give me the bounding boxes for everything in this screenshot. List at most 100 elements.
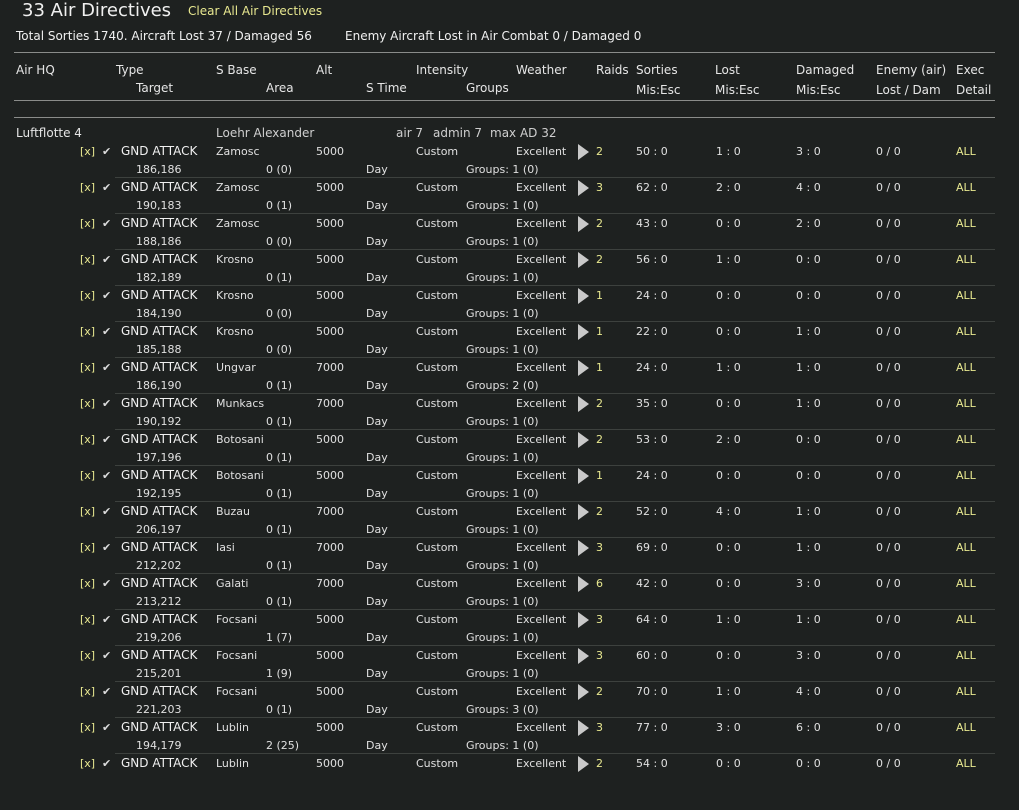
mission-type[interactable]: GND ATTACK [121,756,197,770]
directive-row[interactable]: [x] ✔ GND ATTACK 194,179 Lublin 2 (25) 5000 Day… [0,719,1019,755]
intensity[interactable]: Custom [416,721,458,734]
groups-count[interactable]: Groups: 2 (0) [466,379,539,392]
remove-directive-button[interactable]: [x] [80,505,95,518]
col-area[interactable]: Area [266,81,294,95]
strike-time[interactable]: Day [366,631,388,644]
enabled-check-icon[interactable]: ✔ [102,217,111,230]
expand-raids-arrow-icon[interactable] [578,648,589,664]
target-hex[interactable]: 190,183 [136,199,182,212]
directive-row[interactable]: [x] ✔ GND ATTACK 186,186 Zamosc 0 (0) 5000 Day C… [0,143,1019,179]
groups-count[interactable]: Groups: 1 (0) [466,487,539,500]
enabled-check-icon[interactable]: ✔ [102,289,111,302]
col-sorties[interactable]: Sorties [636,63,678,77]
remove-directive-button[interactable]: [x] [80,325,95,338]
exec-detail-link[interactable]: ALL [956,649,976,662]
staging-base[interactable]: Lublin [216,721,249,734]
target-hex[interactable]: 197,196 [136,451,182,464]
intensity[interactable]: Custom [416,289,458,302]
enabled-check-icon[interactable]: ✔ [102,541,111,554]
expand-raids-arrow-icon[interactable] [578,324,589,340]
mission-type[interactable]: GND ATTACK [121,216,197,230]
intensity[interactable]: Custom [416,181,458,194]
mission-type[interactable]: GND ATTACK [121,144,197,158]
intensity[interactable]: Custom [416,685,458,698]
groups-count[interactable]: Groups: 1 (0) [466,739,539,752]
altitude[interactable]: 5000 [316,721,344,734]
mission-type[interactable]: GND ATTACK [121,612,197,626]
intensity[interactable]: Custom [416,469,458,482]
strike-time[interactable]: Day [366,415,388,428]
col-s-base[interactable]: S Base [216,63,257,77]
staging-base[interactable]: Krosno [216,253,254,266]
col-lost[interactable]: Lost [715,63,740,77]
mission-type[interactable]: GND ATTACK [121,360,197,374]
altitude[interactable]: 5000 [316,649,344,662]
remove-directive-button[interactable]: [x] [80,361,95,374]
exec-detail-link[interactable]: ALL [956,541,976,554]
staging-base[interactable]: Focsani [216,649,257,662]
staging-base[interactable]: Buzau [216,505,250,518]
altitude[interactable]: 5000 [316,253,344,266]
directive-row[interactable]: [x] ✔ GND ATTACK 190,183 Zamosc 0 (1) 5000 Day C… [0,179,1019,215]
target-hex[interactable]: 186,190 [136,379,182,392]
target-hex[interactable]: 188,186 [136,235,182,248]
staging-base[interactable]: Krosno [216,325,254,338]
target-hex[interactable]: 192,195 [136,487,182,500]
groups-count[interactable]: Groups: 1 (0) [466,307,539,320]
strike-time[interactable]: Day [366,307,388,320]
enabled-check-icon[interactable]: ✔ [102,397,111,410]
exec-detail-link[interactable]: ALL [956,469,976,482]
col-s-time[interactable]: S Time [366,81,407,95]
expand-raids-arrow-icon[interactable] [578,576,589,592]
remove-directive-button[interactable]: [x] [80,469,95,482]
directive-row[interactable]: [x] ✔ GND ATTACK 213,212 Galati 0 (1) 7000 Day C… [0,575,1019,611]
staging-base[interactable]: Zamosc [216,181,260,194]
exec-detail-link[interactable]: ALL [956,181,976,194]
altitude[interactable]: 7000 [316,397,344,410]
target-hex[interactable]: 212,202 [136,559,182,572]
expand-raids-arrow-icon[interactable] [578,720,589,736]
directive-row[interactable]: [x] ✔ GND ATTACK 190,192 Munkacs 0 (1) 7000 Day… [0,395,1019,431]
strike-time[interactable]: Day [366,379,388,392]
altitude[interactable]: 5000 [316,613,344,626]
groups-count[interactable]: Groups: 1 (0) [466,595,539,608]
enabled-check-icon[interactable]: ✔ [102,721,111,734]
expand-raids-arrow-icon[interactable] [578,396,589,412]
strike-time[interactable]: Day [366,487,388,500]
enabled-check-icon[interactable]: ✔ [102,253,111,266]
expand-raids-arrow-icon[interactable] [578,216,589,232]
staging-base[interactable]: Ungvar [216,361,256,374]
target-hex[interactable]: 186,186 [136,163,182,176]
altitude[interactable]: 7000 [316,541,344,554]
expand-raids-arrow-icon[interactable] [578,360,589,376]
strike-time[interactable]: Day [366,559,388,572]
remove-directive-button[interactable]: [x] [80,181,95,194]
staging-base[interactable]: Galati [216,577,248,590]
clear-all-directives-button[interactable]: Clear All Air Directives [188,4,322,18]
staging-base[interactable]: Zamosc [216,217,260,230]
remove-directive-button[interactable]: [x] [80,685,95,698]
intensity[interactable]: Custom [416,145,458,158]
enabled-check-icon[interactable]: ✔ [102,577,111,590]
staging-base[interactable]: Munkacs [216,397,264,410]
strike-time[interactable]: Day [366,739,388,752]
enabled-check-icon[interactable]: ✔ [102,613,111,626]
altitude[interactable]: 5000 [316,325,344,338]
groups-count[interactable]: Groups: 1 (0) [466,343,539,356]
col-exec[interactable]: Exec [956,63,984,77]
directive-row[interactable]: [x] ✔ GND ATTACK 215,201 Focsani 1 (9) 5000 Day… [0,647,1019,683]
directive-row[interactable]: [x] ✔ GND ATTACK 182,189 Krosno 0 (1) 5000 Day C… [0,251,1019,287]
altitude[interactable]: 5000 [316,289,344,302]
strike-time[interactable]: Day [366,667,388,680]
mission-type[interactable]: GND ATTACK [121,432,197,446]
mission-type[interactable]: GND ATTACK [121,684,197,698]
intensity[interactable]: Custom [416,541,458,554]
directive-row[interactable]: [x] ✔ GND ATTACK Lublin 5000 Custom Excellent 2… [0,755,1019,791]
target-hex[interactable]: 215,201 [136,667,182,680]
remove-directive-button[interactable]: [x] [80,433,95,446]
groups-count[interactable]: Groups: 1 (0) [466,163,539,176]
exec-detail-link[interactable]: ALL [956,577,976,590]
remove-directive-button[interactable]: [x] [80,289,95,302]
directive-row[interactable]: [x] ✔ GND ATTACK 221,203 Focsani 0 (1) 5000 Day… [0,683,1019,719]
staging-base[interactable]: Botosani [216,433,264,446]
